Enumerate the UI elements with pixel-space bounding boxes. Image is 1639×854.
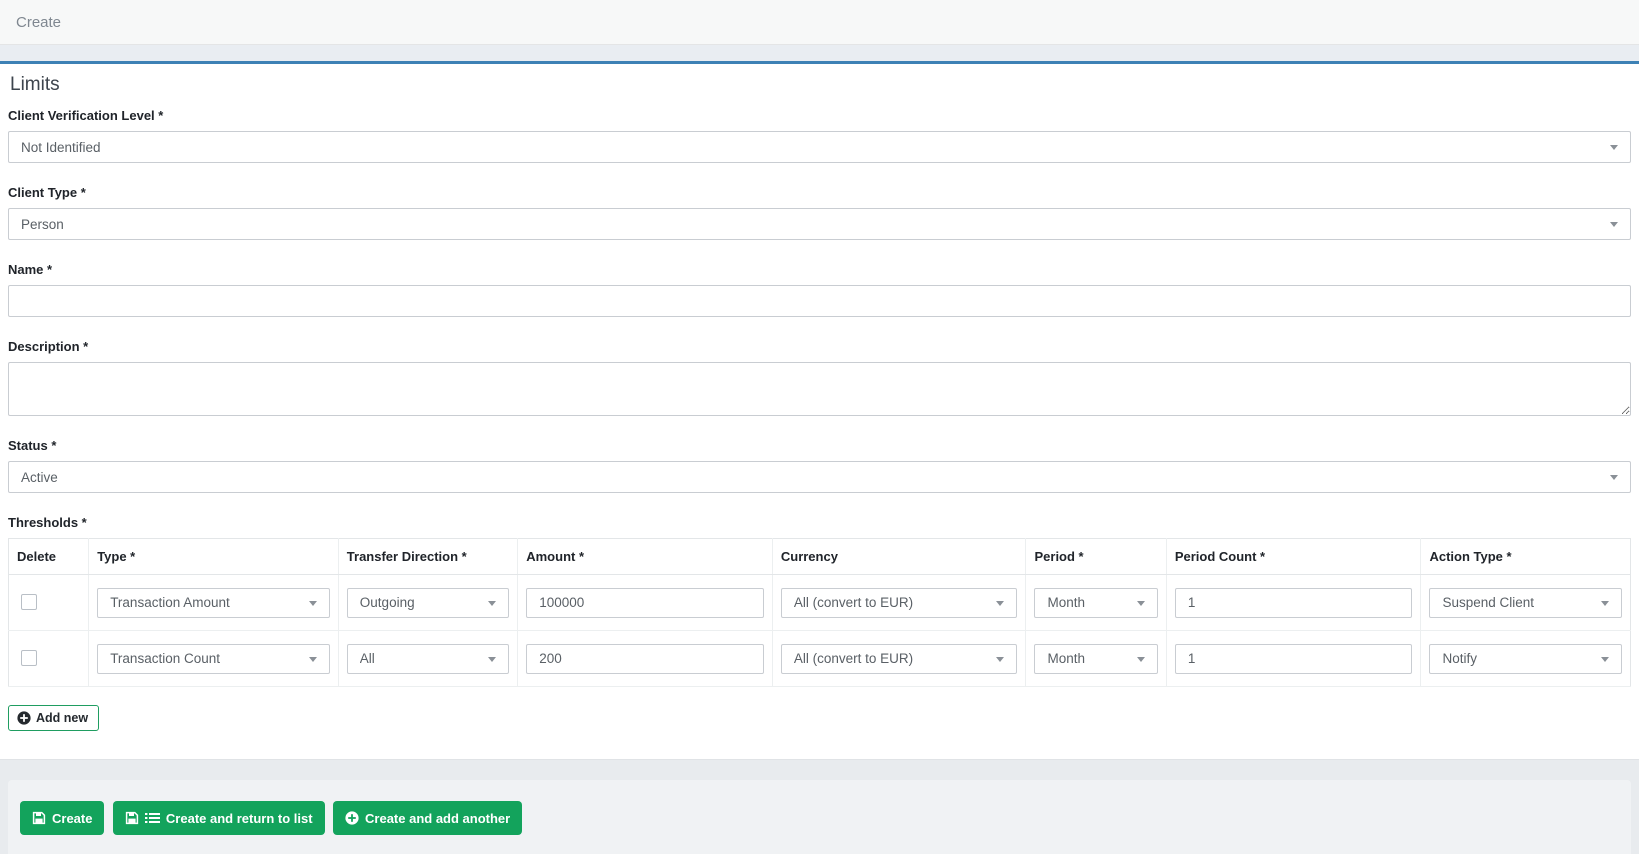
- chevron-down-icon: [1601, 657, 1609, 662]
- add-new-label: Add new: [36, 711, 88, 725]
- selected-value: Active: [21, 470, 58, 485]
- form-panel: Limits Client Verification Level * Not I…: [0, 64, 1639, 759]
- delete-checkbox[interactable]: [21, 650, 37, 666]
- field-client-verification-level: Client Verification Level * Not Identifi…: [8, 108, 1631, 163]
- thresholds-header-row: Delete Type * Transfer Direction * Amoun…: [9, 539, 1631, 575]
- create-button[interactable]: Create: [20, 801, 104, 835]
- column-header-delete: Delete: [9, 539, 89, 575]
- status-label: Status *: [8, 438, 1631, 454]
- selected-value: All (convert to EUR): [794, 651, 913, 666]
- column-header-amount: Amount *: [518, 539, 773, 575]
- page-title: Create: [16, 14, 61, 31]
- period-count-input[interactable]: [1175, 588, 1413, 618]
- selected-value: Notify: [1442, 651, 1477, 666]
- field-thresholds: Thresholds * Delete Type * Transfer Dire…: [8, 515, 1631, 731]
- section-title: Limits: [10, 74, 1629, 96]
- amount-input[interactable]: [526, 588, 764, 618]
- column-header-period: Period *: [1026, 539, 1166, 575]
- page-header: Create: [0, 0, 1639, 45]
- page-background-strip: [0, 759, 1639, 780]
- currency-select[interactable]: All (convert to EUR): [781, 644, 1018, 674]
- chevron-down-icon: [1610, 222, 1618, 227]
- selected-value: Suspend Client: [1442, 595, 1534, 610]
- description-label: Description *: [8, 339, 1631, 355]
- chevron-down-icon: [1137, 601, 1145, 606]
- amount-input[interactable]: [526, 644, 764, 674]
- field-status: Status * Active: [8, 438, 1631, 493]
- save-icon: [32, 811, 46, 825]
- selected-value: All (convert to EUR): [794, 595, 913, 610]
- client-verification-level-label: Client Verification Level *: [8, 108, 1631, 124]
- chevron-down-icon: [488, 601, 496, 606]
- selected-value: Person: [21, 217, 64, 232]
- chevron-down-icon: [488, 657, 496, 662]
- list-icon: [145, 812, 160, 824]
- name-label: Name *: [8, 262, 1631, 278]
- create-and-return-label: Create and return to list: [166, 811, 313, 826]
- thresholds-label: Thresholds *: [8, 515, 1631, 531]
- create-and-return-button[interactable]: Create and return to list: [113, 801, 325, 835]
- threshold-row: Transaction Count All All (convert: [9, 631, 1631, 687]
- selected-value: Not Identified: [21, 140, 101, 155]
- thresholds-table: Delete Type * Transfer Direction * Amoun…: [8, 538, 1631, 687]
- selected-value: Transaction Amount: [110, 595, 230, 610]
- column-header-type: Type *: [89, 539, 339, 575]
- period-select[interactable]: Month: [1034, 644, 1157, 674]
- period-select[interactable]: Month: [1034, 588, 1157, 618]
- currency-select[interactable]: All (convert to EUR): [781, 588, 1018, 618]
- field-name: Name *: [8, 262, 1631, 317]
- period-count-input[interactable]: [1175, 644, 1413, 674]
- page-background-strip: [0, 45, 1639, 61]
- create-and-add-another-label: Create and add another: [365, 811, 510, 826]
- action-type-select[interactable]: Notify: [1429, 644, 1622, 674]
- selected-value: Month: [1047, 595, 1085, 610]
- save-icon: [125, 811, 139, 825]
- selected-value: Transaction Count: [110, 651, 220, 666]
- selected-value: Month: [1047, 651, 1085, 666]
- client-type-label: Client Type *: [8, 185, 1631, 201]
- field-description: Description *: [8, 339, 1631, 416]
- transfer-direction-select[interactable]: All: [347, 644, 509, 674]
- description-textarea[interactable]: [8, 362, 1631, 416]
- plus-circle-icon: [345, 811, 359, 825]
- create-label: Create: [52, 811, 92, 826]
- column-header-action-type: Action Type *: [1421, 539, 1631, 575]
- plus-circle-icon: [17, 711, 31, 725]
- action-type-select[interactable]: Suspend Client: [1429, 588, 1622, 618]
- type-select[interactable]: Transaction Amount: [97, 588, 330, 618]
- threshold-row: Transaction Amount Outgoing All (co: [9, 575, 1631, 631]
- footer-actions-panel: Create Create and return to list Create …: [8, 780, 1631, 854]
- chevron-down-icon: [309, 601, 317, 606]
- column-header-transfer-direction: Transfer Direction *: [338, 539, 517, 575]
- client-type-select[interactable]: Person: [8, 208, 1631, 240]
- delete-checkbox[interactable]: [21, 594, 37, 610]
- add-new-button[interactable]: Add new: [8, 705, 99, 731]
- selected-value: All: [360, 651, 375, 666]
- chevron-down-icon: [996, 601, 1004, 606]
- column-header-currency: Currency: [772, 539, 1026, 575]
- transfer-direction-select[interactable]: Outgoing: [347, 588, 509, 618]
- create-and-add-another-button[interactable]: Create and add another: [333, 801, 522, 835]
- status-select[interactable]: Active: [8, 461, 1631, 493]
- chevron-down-icon: [1601, 601, 1609, 606]
- chevron-down-icon: [309, 657, 317, 662]
- chevron-down-icon: [1137, 657, 1145, 662]
- chevron-down-icon: [1610, 475, 1618, 480]
- field-client-type: Client Type * Person: [8, 185, 1631, 240]
- chevron-down-icon: [1610, 145, 1618, 150]
- name-input[interactable]: [8, 285, 1631, 317]
- client-verification-level-select[interactable]: Not Identified: [8, 131, 1631, 163]
- type-select[interactable]: Transaction Count: [97, 644, 330, 674]
- column-header-period-count: Period Count *: [1166, 539, 1421, 575]
- footer: Create Create and return to list Create …: [0, 780, 1639, 854]
- chevron-down-icon: [996, 657, 1004, 662]
- selected-value: Outgoing: [360, 595, 415, 610]
